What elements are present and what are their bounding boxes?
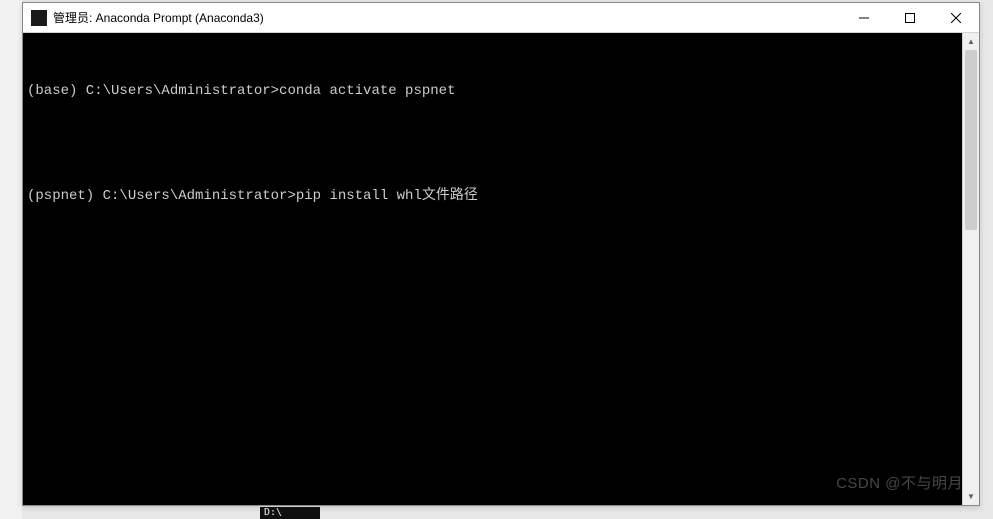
window-title: 管理员: Anaconda Prompt (Anaconda3) xyxy=(53,9,841,26)
terminal-output[interactable]: (base) C:\Users\Administrator>conda acti… xyxy=(23,33,962,505)
client-area: (base) C:\Users\Administrator>conda acti… xyxy=(23,33,979,505)
minimize-button[interactable] xyxy=(841,3,887,32)
close-icon xyxy=(951,13,961,23)
titlebar[interactable]: 管理员: Anaconda Prompt (Anaconda3) xyxy=(23,3,979,33)
terminal-line: (base) C:\Users\Administrator>conda acti… xyxy=(27,81,958,102)
terminal-app-icon xyxy=(31,10,47,26)
scroll-down-arrow-icon[interactable]: ▼ xyxy=(963,488,979,505)
terminal-window: 管理员: Anaconda Prompt (Anaconda3) (base) … xyxy=(22,2,980,506)
maximize-icon xyxy=(905,13,915,23)
background-sliver xyxy=(0,0,22,519)
window-controls xyxy=(841,3,979,32)
terminal-line: (pspnet) C:\Users\Administrator>pip inst… xyxy=(27,186,958,207)
taskbar-fragment: D:\ xyxy=(260,507,320,519)
scroll-up-arrow-icon[interactable]: ▲ xyxy=(963,33,979,50)
scrollbar-thumb[interactable] xyxy=(965,50,977,230)
maximize-button[interactable] xyxy=(887,3,933,32)
close-button[interactable] xyxy=(933,3,979,32)
vertical-scrollbar[interactable]: ▲ ▼ xyxy=(962,33,979,505)
minimize-icon xyxy=(859,13,869,23)
